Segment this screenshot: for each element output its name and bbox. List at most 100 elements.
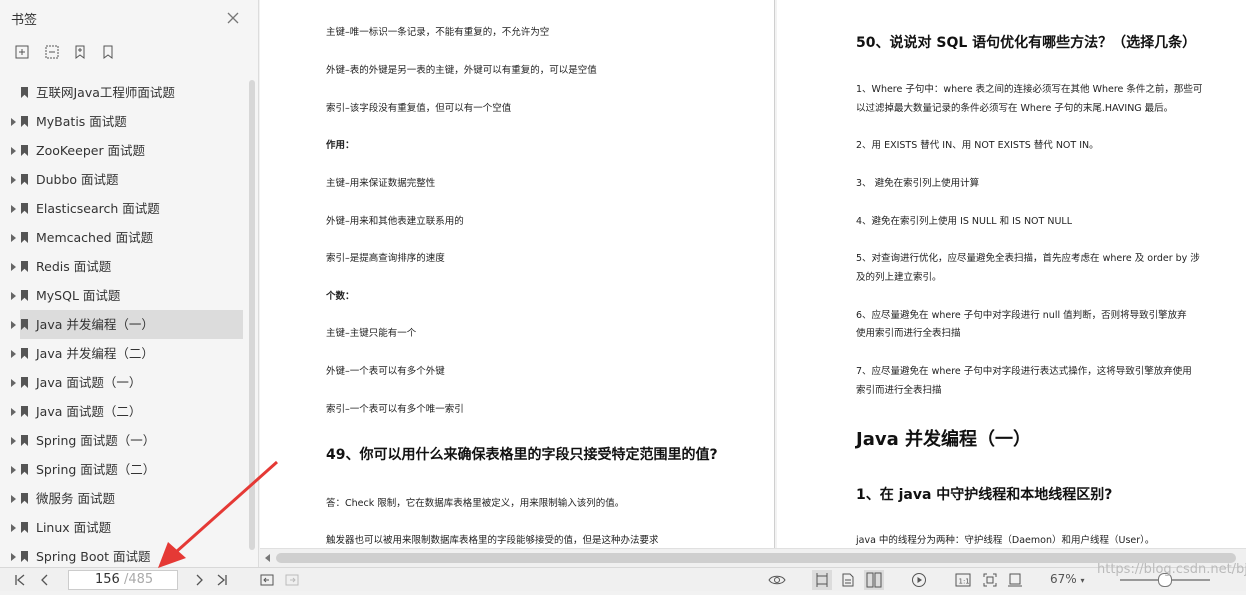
bookmark-icon	[21, 406, 28, 417]
single-page-icon[interactable]	[812, 570, 832, 590]
back-icon[interactable]	[259, 572, 275, 588]
sidebar-item[interactable]: MyBatis 面试题	[8, 107, 248, 136]
bookmark-icon	[21, 319, 28, 330]
paragraph: 6、应尽量避免在 where 子句中对字段进行 null 值判断，否则将导致引擎…	[856, 310, 1187, 321]
expand-arrow-icon[interactable]	[11, 466, 16, 474]
expand-arrow-icon[interactable]	[11, 495, 16, 503]
sidebar-item[interactable]: ZooKeeper 面试题	[8, 136, 248, 165]
zoom-level[interactable]: 67% ▾	[1050, 572, 1085, 586]
right-page: 50、说说对 SQL 语句优化有哪些方法？（选择几条） 1、Where 子句中：…	[777, 0, 1246, 548]
sidebar-item-label: MySQL 面试题	[36, 288, 121, 303]
bookmarks-title: 书签	[11, 13, 38, 28]
expand-arrow-icon[interactable]	[11, 408, 16, 416]
expand-arrow-icon[interactable]	[11, 205, 16, 213]
bookmark-icon	[21, 377, 28, 388]
page-number-input[interactable]: 156 /485	[68, 570, 178, 590]
sidebar-item-label: Java 并发编程（一）	[36, 317, 154, 332]
document-view: 主键–唯一标识一条记录，不能有重复的，不允许为空 外键–表的外键是另一表的主键，…	[260, 0, 1246, 548]
expand-arrow-icon[interactable]	[11, 379, 16, 387]
first-page-icon[interactable]	[12, 572, 28, 588]
expand-arrow-icon[interactable]	[11, 321, 16, 329]
text-line: 外键–用来和其他表建立联系用的	[326, 216, 464, 227]
expand-arrow-icon[interactable]	[11, 437, 16, 445]
two-page-icon[interactable]	[864, 570, 884, 590]
add-bookmark-icon[interactable]	[72, 44, 88, 60]
play-icon[interactable]	[911, 572, 927, 588]
expand-arrow-icon[interactable]	[11, 553, 16, 561]
expand-arrow-icon[interactable]	[11, 524, 16, 532]
bookmark-icon	[21, 174, 28, 185]
bookmark-icon	[21, 348, 28, 359]
sidebar-item[interactable]: Java 并发编程（一）	[11, 310, 243, 339]
paragraph: 触发器也可以被用来限制数据库表格里的字段能够接受的值，但是这种办法要求	[326, 535, 659, 546]
text-line: 外键–一个表可以有多个外键	[326, 366, 445, 377]
bookmarks-panel: 书签 互联网Java工程师面试题 MyBatis 面试题 ZooKeeper 面试题…	[0, 0, 259, 567]
expand-arrow-icon[interactable]	[11, 176, 16, 184]
sidebar-item[interactable]: Spring 面试题（一）	[8, 426, 248, 455]
sidebar-item-label: Linux 面试题	[36, 520, 112, 535]
sidebar-item-label: Java 并发编程（二）	[36, 346, 154, 361]
sidebar-item[interactable]: 互联网Java工程师面试题	[8, 78, 248, 107]
sidebar-item-label: Redis 面试题	[36, 259, 112, 274]
sidebar-item-label: Dubbo 面试题	[36, 172, 119, 187]
sidebar-item[interactable]: Java 面试题（二）	[8, 397, 248, 426]
paragraph: 答：Check 限制，它在数据库表格里被定义，用来限制输入该列的值。	[326, 498, 625, 509]
bookmark-icon	[21, 87, 28, 98]
actual-size-icon[interactable]: 1:1	[955, 572, 971, 588]
status-bar: 156 /485 1:1 67% ▾	[0, 567, 1246, 591]
scroll-left-icon[interactable]	[265, 554, 270, 562]
expand-arrow-icon[interactable]	[11, 234, 16, 242]
sidebar-item[interactable]: Spring 面试题（二）	[8, 455, 248, 484]
sidebar-item[interactable]: Java 并发编程（二）	[8, 339, 248, 368]
expand-arrow-icon[interactable]	[11, 118, 16, 126]
sidebar-item[interactable]: Linux 面试题	[8, 513, 248, 542]
expand-arrow-icon[interactable]	[11, 263, 16, 271]
text-line: 索引–一个表可以有多个唯一索引	[326, 404, 464, 415]
last-page-icon[interactable]	[214, 572, 230, 588]
bookmark-icon	[21, 116, 28, 127]
sidebar-item[interactable]: MySQL 面试题	[8, 281, 248, 310]
bookmark-icon	[21, 261, 28, 272]
sidebar-item[interactable]: Dubbo 面试题	[8, 165, 248, 194]
bookmark-icon	[21, 493, 28, 504]
paragraph: 4、避免在索引列上使用 IS NULL 和 IS NOT NULL	[856, 216, 1073, 227]
section-heading: 50、说说对 SQL 语句优化有哪些方法？（选择几条）	[856, 35, 1197, 51]
expand-arrow-icon[interactable]	[11, 350, 16, 358]
bookmark-icon[interactable]	[100, 44, 116, 60]
next-page-icon[interactable]	[191, 572, 207, 588]
sidebar-item-label: ZooKeeper 面试题	[36, 143, 146, 158]
close-icon[interactable]	[226, 10, 240, 24]
prev-page-icon[interactable]	[37, 572, 53, 588]
expand-arrow-icon[interactable]	[11, 292, 16, 300]
bookmark-icon	[21, 232, 28, 243]
sidebar-item-label: Spring 面试题（一）	[36, 433, 156, 448]
eye-icon[interactable]	[768, 572, 786, 588]
fit-page-icon[interactable]	[982, 572, 998, 588]
collapse-all-icon[interactable]	[44, 44, 60, 60]
sidebar-item[interactable]: Redis 面试题	[8, 252, 248, 281]
fit-width-icon[interactable]	[1007, 572, 1023, 588]
paragraph: 2、用 EXISTS 替代 IN、用 NOT EXISTS 替代 NOT IN。	[856, 140, 1099, 151]
text-line: 索引–该字段没有重复值，但可以有一个空值	[326, 103, 512, 114]
expand-arrow-icon[interactable]	[11, 147, 16, 155]
sidebar-scrollbar[interactable]	[249, 80, 255, 550]
expand-all-icon[interactable]	[14, 44, 30, 60]
bookmark-icon	[21, 522, 28, 533]
bookmark-icon	[21, 290, 28, 301]
sidebar-item[interactable]: Elasticsearch 面试题	[8, 194, 248, 223]
svg-text:1:1: 1:1	[959, 578, 970, 586]
scrollbar-thumb[interactable]	[276, 553, 1236, 563]
sidebar-item[interactable]: Java 面试题（一）	[8, 368, 248, 397]
paragraph: 3、 避免在索引列上使用计算	[856, 178, 980, 189]
text-line: 主键–主键只能有一个	[326, 328, 417, 339]
bookmark-icon	[21, 551, 28, 562]
continuous-page-icon[interactable]	[840, 572, 856, 588]
sidebar-item-label: Java 面试题（一）	[36, 375, 142, 390]
sidebar-item[interactable]: Memcached 面试题	[8, 223, 248, 252]
zoom-value: 67%	[1050, 572, 1077, 586]
forward-icon[interactable]	[284, 572, 300, 588]
section-heading: 1、在 java 中守护线程和本地线程区别?	[856, 487, 1113, 503]
text-line: 主键–唯一标识一条记录，不能有重复的，不允许为空	[326, 27, 550, 38]
paragraph: 及的列上建立索引。	[856, 272, 942, 283]
sidebar-item[interactable]: 微服务 面试题	[8, 484, 248, 513]
